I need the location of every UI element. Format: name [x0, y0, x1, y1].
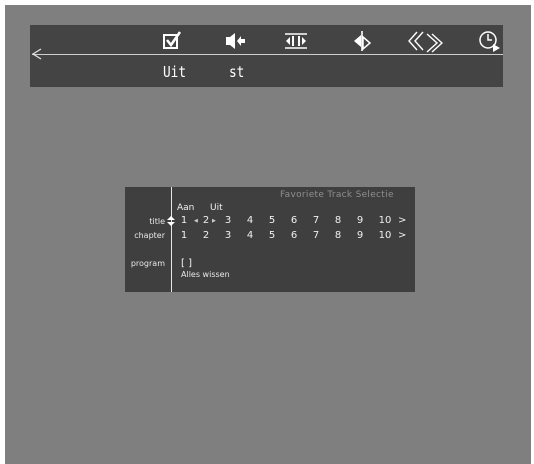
chapter-number-7[interactable]: 7: [307, 230, 325, 241]
title-number-9[interactable]: 9: [351, 215, 369, 226]
title-number-5[interactable]: 5: [263, 215, 281, 226]
header-on[interactable]: Aan: [177, 203, 194, 213]
program-row-label: program: [130, 259, 165, 268]
chapter-next-arrow[interactable]: >: [398, 230, 406, 241]
shuffle-icon[interactable]: [350, 29, 374, 53]
title-row-label: title: [149, 217, 165, 226]
title-next-arrow[interactable]: >: [398, 215, 406, 226]
checkbox-icon[interactable]: [160, 29, 184, 53]
title-number-7[interactable]: 7: [307, 215, 325, 226]
program-selection[interactable]: [ ]: [181, 258, 192, 269]
title-number-1[interactable]: 1: [175, 215, 193, 226]
chapter-row-label: chapter: [134, 231, 165, 240]
chapter-number-10[interactable]: 10: [376, 230, 394, 241]
title-number-10[interactable]: 10: [376, 215, 394, 226]
header-off[interactable]: Uit: [210, 203, 223, 213]
clear-all-option[interactable]: Alles wissen: [181, 270, 230, 279]
chapter-number-8[interactable]: 8: [329, 230, 347, 241]
speaker-icon[interactable]: [223, 29, 247, 53]
title-number-4[interactable]: 4: [241, 215, 259, 226]
scan-icon[interactable]: [407, 29, 443, 53]
panel-divider: [171, 187, 172, 292]
chapter-number-5[interactable]: 5: [263, 230, 281, 241]
back-arrow-icon[interactable]: [30, 47, 44, 61]
chapter-number-9[interactable]: 9: [351, 230, 369, 241]
chapter-number-1[interactable]: 1: [175, 230, 193, 241]
menu-divider: [32, 54, 503, 55]
up-down-icon[interactable]: [167, 216, 175, 226]
title-number-3[interactable]: 3: [219, 215, 237, 226]
title-number-6[interactable]: 6: [285, 215, 303, 226]
timer-icon[interactable]: [478, 29, 502, 53]
panel-title: Favoriete Track Selectie: [280, 190, 394, 200]
chapter-number-6[interactable]: 6: [285, 230, 303, 241]
chapter-number-3[interactable]: 3: [219, 230, 237, 241]
chapter-number-2[interactable]: 2: [197, 230, 215, 241]
speaker-status-label: st: [229, 63, 245, 81]
menu-bar: Uit st: [30, 25, 503, 87]
check-status-label: Uit: [163, 63, 187, 81]
title-number-8[interactable]: 8: [329, 215, 347, 226]
ab-repeat-icon[interactable]: [284, 29, 308, 53]
page-border-left: [0, 0, 5, 464]
page-border-top: [0, 0, 534, 5]
right-caret-icon: ▶: [212, 218, 216, 224]
favorite-track-panel: Favoriete Track Selectie Aan Uit title c…: [125, 187, 415, 292]
chapter-number-4[interactable]: 4: [241, 230, 259, 241]
